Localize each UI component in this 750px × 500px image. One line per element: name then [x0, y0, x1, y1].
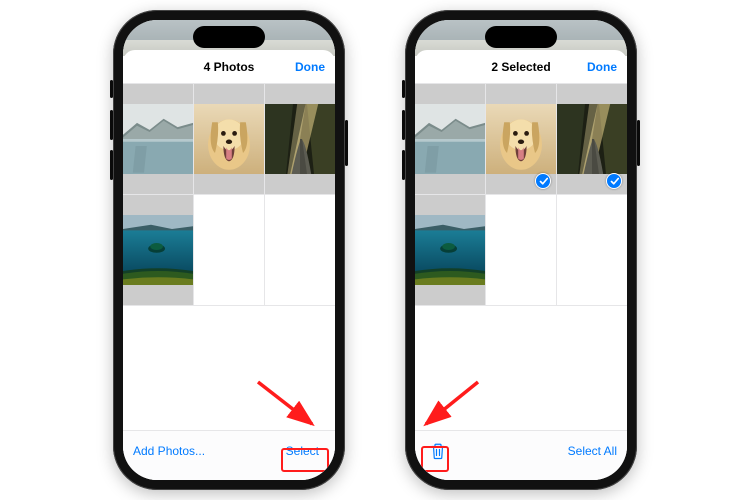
photo-thumb-lake[interactable]	[415, 84, 485, 194]
dynamic-island	[193, 26, 265, 48]
photos-sheet: 2 Selected Done	[415, 50, 627, 480]
done-button[interactable]: Done	[295, 60, 325, 74]
dynamic-island	[485, 26, 557, 48]
empty-cell	[265, 195, 335, 305]
bottom-toolbar: Select All	[415, 430, 627, 470]
photo-thumb-lake[interactable]	[123, 84, 193, 194]
select-button[interactable]: Select	[280, 441, 325, 461]
photo-thumb-island[interactable]	[123, 195, 193, 305]
photo-thumb-forest[interactable]	[265, 84, 335, 194]
done-button[interactable]: Done	[587, 60, 617, 74]
photo-grid	[415, 84, 627, 306]
empty-cell	[486, 195, 556, 305]
photo-thumb-island[interactable]	[415, 195, 485, 305]
selection-check-icon	[535, 173, 551, 189]
phone-right: 2 Selected Done	[405, 10, 637, 490]
trash-icon[interactable]	[425, 440, 451, 462]
phone-left: 4 Photos Done Add Photos... Select	[113, 10, 345, 490]
sheet-header: 4 Photos Done	[123, 50, 335, 84]
comparison-stage: 4 Photos Done Add Photos... Select	[0, 0, 750, 500]
photo-thumb-forest[interactable]	[557, 84, 627, 194]
empty-cell	[557, 195, 627, 305]
photos-sheet: 4 Photos Done Add Photos... Select	[123, 50, 335, 480]
selection-check-icon	[606, 173, 622, 189]
sheet-header: 2 Selected Done	[415, 50, 627, 84]
empty-cell	[194, 195, 264, 305]
photo-thumb-dog[interactable]	[194, 84, 264, 194]
photo-grid	[123, 84, 335, 306]
add-photos-button[interactable]: Add Photos...	[133, 444, 205, 458]
sheet-title: 4 Photos	[204, 60, 255, 74]
sheet-title: 2 Selected	[491, 60, 550, 74]
select-all-button[interactable]: Select All	[568, 444, 617, 458]
photo-thumb-dog[interactable]	[486, 84, 556, 194]
bottom-toolbar: Add Photos... Select	[123, 430, 335, 470]
